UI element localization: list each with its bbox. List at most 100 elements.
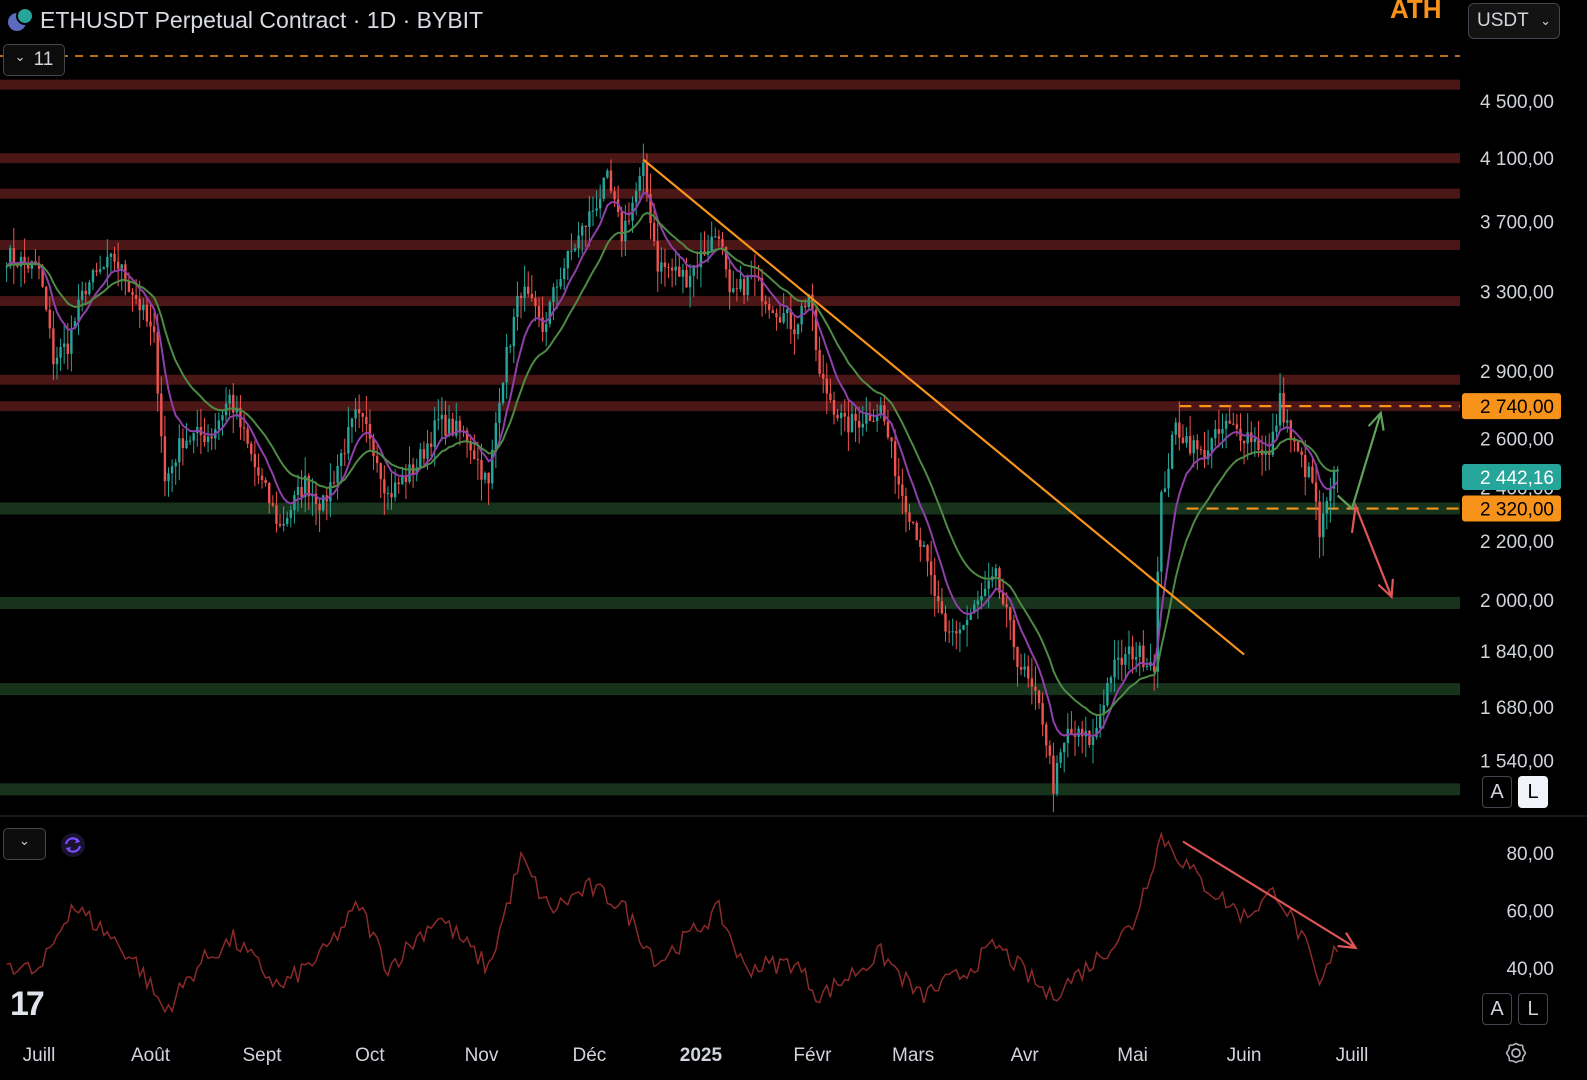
candle-body bbox=[606, 170, 609, 178]
candle-body bbox=[113, 253, 116, 262]
candle-body bbox=[742, 279, 746, 296]
candle-body bbox=[545, 323, 548, 332]
candle-body bbox=[1124, 653, 1127, 665]
candle-body bbox=[1088, 730, 1091, 745]
candle-body bbox=[602, 177, 605, 199]
candle-body bbox=[1329, 488, 1332, 501]
candle-body bbox=[1300, 451, 1303, 456]
candle-body bbox=[1081, 728, 1084, 737]
rsi-log-scale-toggle[interactable]: L bbox=[1518, 993, 1548, 1025]
candle-body bbox=[624, 220, 627, 242]
candle-body bbox=[487, 472, 490, 484]
candle-body bbox=[839, 412, 843, 419]
candle-body bbox=[588, 211, 591, 227]
candle-body bbox=[829, 393, 832, 400]
price-chart[interactable]: 4 500,00 4 100,00 3 700,00 3 300,00 2 900,00… bbox=[0, 0, 1587, 1080]
candle-body bbox=[739, 279, 742, 290]
candle-body bbox=[268, 483, 271, 504]
candle-body bbox=[678, 266, 681, 277]
price-tick-label: 2 600,00 bbox=[1480, 429, 1554, 450]
rsi-axis[interactable]: 80,00 60,00 40,00 bbox=[1506, 844, 1554, 980]
candle-body bbox=[937, 595, 940, 602]
candle-body bbox=[746, 275, 749, 296]
candle-body bbox=[804, 305, 807, 308]
candle-body bbox=[598, 198, 602, 209]
candle-body bbox=[296, 486, 300, 496]
candle-body bbox=[167, 473, 170, 482]
candle-body bbox=[1325, 500, 1329, 514]
candle-body bbox=[710, 236, 713, 251]
candle-body bbox=[1012, 620, 1016, 648]
price-tick-label: 1 540,00 bbox=[1480, 752, 1554, 773]
rsi-collapse-button[interactable]: ⌄ bbox=[3, 828, 46, 860]
indicators-collapse-button[interactable]: ⌄ 11 bbox=[3, 44, 65, 76]
candle-body bbox=[386, 492, 390, 494]
symbol-title: ETHUSDT Perpetual Contract · 1D · BYBIT bbox=[40, 6, 484, 33]
candle-body bbox=[192, 433, 195, 441]
rsi-tick-label: 80,00 bbox=[1506, 844, 1554, 865]
refresh-icon[interactable] bbox=[60, 832, 86, 858]
candle-body bbox=[1307, 466, 1311, 478]
rsi-tick-label: 60,00 bbox=[1506, 902, 1554, 923]
candle-body bbox=[1063, 743, 1066, 753]
candle-body bbox=[473, 450, 476, 460]
candle-body bbox=[872, 420, 875, 422]
candle-body bbox=[555, 286, 559, 288]
candle-body bbox=[1109, 677, 1113, 683]
candle-body bbox=[674, 266, 677, 271]
candle-body bbox=[735, 288, 739, 290]
candle-body bbox=[548, 301, 552, 324]
candle-body bbox=[160, 393, 163, 437]
candle-body bbox=[12, 248, 16, 264]
candle-body bbox=[127, 281, 131, 292]
candle-body bbox=[732, 288, 735, 293]
rsi-auto-scale-toggle[interactable]: A bbox=[1482, 993, 1512, 1025]
candle-body bbox=[721, 238, 724, 247]
candle-body bbox=[609, 170, 613, 192]
candle-body bbox=[221, 415, 224, 421]
candle-body bbox=[534, 298, 537, 307]
candle-body bbox=[250, 443, 253, 455]
candle-body bbox=[634, 190, 638, 203]
candle-body bbox=[865, 413, 868, 424]
candle-body bbox=[66, 343, 69, 354]
candle-body bbox=[84, 290, 87, 295]
auto-scale-toggle[interactable]: A bbox=[1482, 776, 1512, 808]
price-tick-label: 3 300,00 bbox=[1480, 283, 1554, 304]
support-zone bbox=[0, 596, 1460, 609]
level-2320-badge: 2 320,00 bbox=[1462, 495, 1561, 522]
log-scale-toggle[interactable]: L bbox=[1518, 776, 1548, 808]
candle-body bbox=[1070, 728, 1073, 734]
candle-body bbox=[1311, 466, 1314, 483]
candle-body bbox=[178, 438, 181, 463]
currency-selector[interactable]: USDT ⌄ bbox=[1468, 3, 1560, 39]
candle-body bbox=[1116, 657, 1120, 660]
ath-label: ATH bbox=[1390, 0, 1442, 24]
candle-body bbox=[498, 402, 501, 423]
candle-body bbox=[1188, 436, 1192, 454]
candle-body bbox=[332, 482, 336, 484]
candle-body bbox=[70, 328, 73, 354]
candle-body bbox=[1091, 737, 1095, 745]
candle-body bbox=[1034, 686, 1037, 691]
candle bbox=[915, 520, 918, 541]
candle-body bbox=[1242, 440, 1246, 444]
candle-body bbox=[1235, 424, 1239, 429]
candle-body bbox=[822, 373, 825, 379]
candle-body bbox=[1228, 420, 1231, 424]
candle-body bbox=[354, 409, 357, 419]
price-tick-label: 2 900,00 bbox=[1480, 362, 1554, 383]
candle-body bbox=[1253, 438, 1257, 443]
candle-body bbox=[1296, 441, 1300, 452]
last-price-badge: 2 442,16 bbox=[1462, 463, 1561, 490]
gear-icon[interactable] bbox=[1505, 1042, 1527, 1064]
eth-usdt-coin-icon bbox=[8, 7, 34, 33]
candle-body bbox=[440, 414, 444, 420]
candle-body bbox=[1037, 690, 1041, 704]
candle-body bbox=[976, 600, 980, 605]
symbol-header[interactable]: ETHUSDT Perpetual Contract · 1D · BYBIT bbox=[8, 4, 483, 36]
candle-body bbox=[847, 416, 850, 433]
candle-body bbox=[944, 613, 947, 632]
candle-body bbox=[1286, 420, 1289, 423]
candle-body bbox=[156, 332, 159, 394]
